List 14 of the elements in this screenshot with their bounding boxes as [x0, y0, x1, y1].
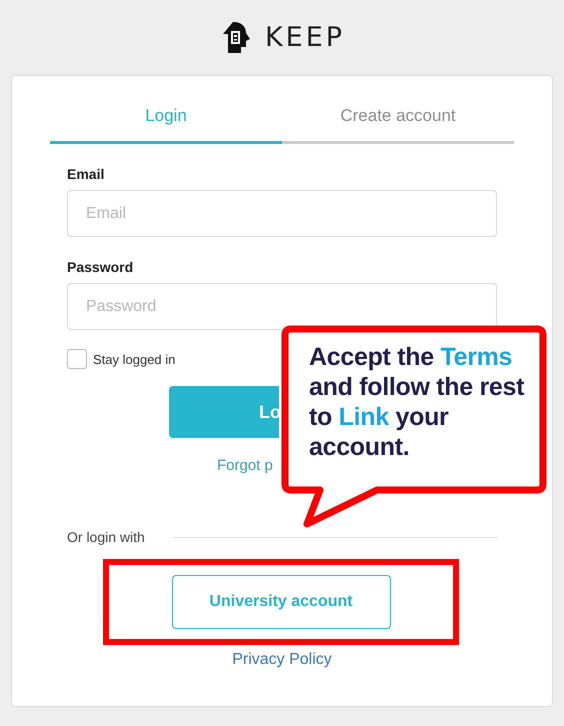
- alt-login-label: Or login with: [67, 529, 145, 545]
- tab[interactable]: Create account: [282, 100, 514, 144]
- callout-text: Accept the Terms and follow the rest to Link your account.: [309, 342, 526, 462]
- input-field[interactable]: Email: [67, 190, 497, 237]
- checkbox-label: Stay logged in: [93, 352, 176, 366]
- checkbox[interactable]: [67, 349, 87, 369]
- input-field[interactable]: Password: [67, 283, 497, 330]
- tab[interactable]: Login: [50, 100, 282, 144]
- logo-text: KEEP: [264, 22, 346, 53]
- field-label: Password: [67, 259, 134, 275]
- university-account-button[interactable]: University account: [172, 575, 390, 629]
- privacy-policy-link[interactable]: Privacy Policy: [232, 651, 332, 669]
- forgot-password-link[interactable]: Forgot p: [217, 457, 273, 474]
- field-label: Email: [67, 166, 106, 182]
